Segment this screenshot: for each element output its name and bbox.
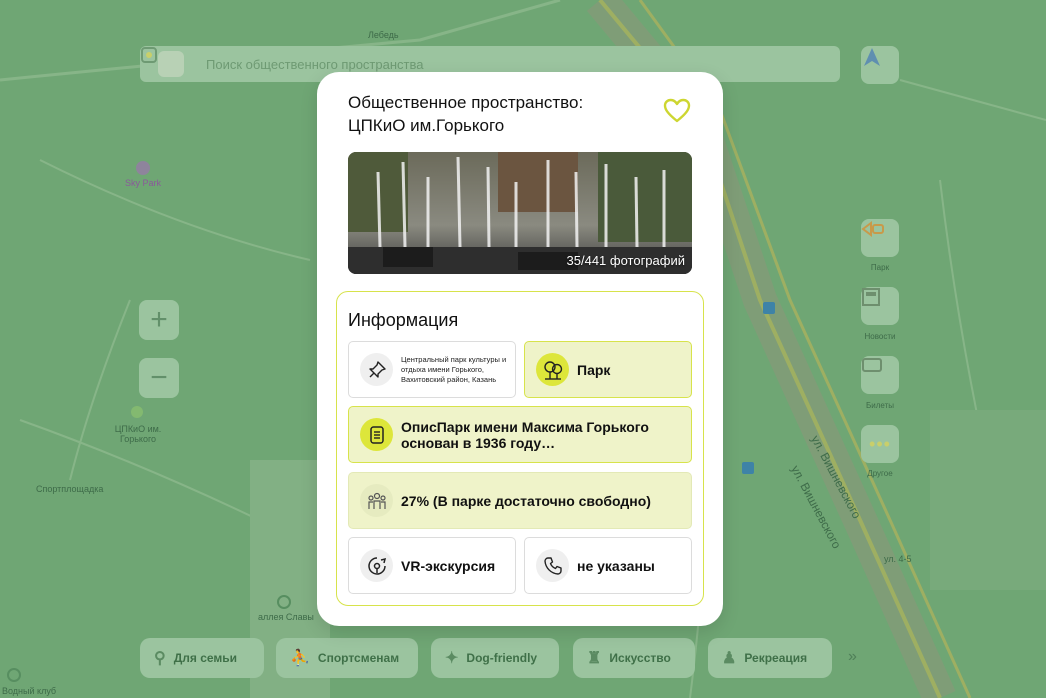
zoom-in-icon: +: [150, 303, 168, 336]
map-label: Sky Park: [125, 178, 162, 188]
runner-icon: ⛹: [290, 650, 310, 667]
category-recreation[interactable]: ♟ Рекреация: [708, 638, 832, 678]
occupancy-text: 27% (В парке достаточно свободно): [401, 492, 651, 509]
dog-icon: ✦: [445, 650, 459, 667]
more-icon: •••: [869, 433, 891, 454]
tickets-button[interactable]: [861, 356, 899, 394]
map-label: Лебедь: [368, 30, 399, 40]
vr-label: VR-экскурсия: [401, 557, 496, 574]
side-label-other: Другое: [867, 469, 893, 478]
news-icon: [862, 288, 880, 306]
address-text: Центральный парк культуры и отдыха имени…: [401, 354, 507, 384]
phone-icon: [536, 549, 569, 582]
category-label: Dog-friendly: [466, 651, 538, 665]
park-button[interactable]: [861, 219, 899, 257]
document-icon: [360, 418, 393, 451]
category-family[interactable]: ⚲ Для семьи: [140, 638, 264, 678]
phone-text: не указаны: [577, 557, 655, 574]
map-label: ЦПКиО им. Горького: [114, 424, 162, 444]
search-input[interactable]: Поиск общественного пространства: [206, 57, 423, 72]
side-label-news: Новости: [864, 332, 896, 341]
type-card[interactable]: Парк: [524, 341, 692, 398]
navigation-button[interactable]: [861, 46, 899, 84]
category-sport[interactable]: ⛹ Спортсменам: [276, 638, 418, 678]
zoom-out-button[interactable]: −: [139, 358, 179, 398]
photo-count: 35/441 фотографий: [566, 253, 685, 268]
occupancy-card: 27% (В парке достаточно свободно): [348, 472, 692, 529]
category-dog-friendly[interactable]: ✦ Dog-friendly: [431, 638, 559, 678]
phone-card[interactable]: не указаны: [524, 537, 692, 594]
recreation-icon: ♟: [722, 650, 737, 667]
map-label: Водный клуб: [2, 686, 57, 696]
zoom-out-icon: −: [150, 361, 168, 394]
modal-title: Общественное пространство: ЦПКиО им.Горь…: [348, 91, 648, 137]
side-label-tickets: Билеты: [866, 401, 894, 410]
tree-icon: [536, 353, 569, 386]
vr-tour-card[interactable]: VR-экскурсия: [348, 537, 516, 594]
info-title: Информация: [348, 310, 459, 330]
address-card[interactable]: Центральный парк культуры и отдыха имени…: [348, 341, 516, 398]
category-label: Искусство: [609, 651, 671, 665]
description-card[interactable]: ОписПарк имени Максима Горького основан …: [348, 406, 692, 463]
type-label: Парк: [577, 361, 611, 378]
description-text: ОписПарк имени Максима Горького основан …: [401, 418, 649, 451]
other-button[interactable]: •••: [861, 425, 899, 463]
park-icon: [861, 221, 884, 237]
map-label: ул. 4-5: [884, 554, 912, 564]
category-art[interactable]: ♜ Искусство: [573, 638, 695, 678]
category-label: Рекреация: [744, 651, 808, 665]
category-label: Для семьи: [173, 651, 238, 665]
people-icon: [360, 484, 393, 517]
stroller-icon: ⚲: [154, 650, 166, 667]
category-label: Спортсменам: [317, 651, 400, 665]
heart-icon[interactable]: [663, 97, 691, 125]
search-logo-icon[interactable]: [141, 47, 184, 77]
zoom-in-button[interactable]: +: [139, 300, 179, 340]
map-label: Спортплощадка: [36, 484, 104, 494]
photo-gallery[interactable]: 35/441 фотографий: [348, 152, 692, 274]
ticket-icon: [862, 358, 882, 372]
place-details-modal: Общественное пространство: ЦПКиО им.Горь…: [317, 72, 723, 626]
modal-title-line1: Общественное пространство:: [348, 93, 584, 112]
vr-icon: [360, 549, 393, 582]
categories-next-icon[interactable]: »: [848, 648, 857, 666]
info-section: Информация Центральный парк культуры и о…: [336, 291, 704, 606]
modal-title-line2: ЦПКиО им.Горького: [348, 116, 505, 135]
pin-icon: [360, 353, 393, 386]
map-label: аллея Славы: [258, 612, 314, 622]
news-button[interactable]: [861, 287, 899, 325]
side-label-park: Парк: [870, 263, 890, 272]
art-icon: ♜: [587, 650, 602, 667]
navigation-icon: [864, 48, 880, 66]
